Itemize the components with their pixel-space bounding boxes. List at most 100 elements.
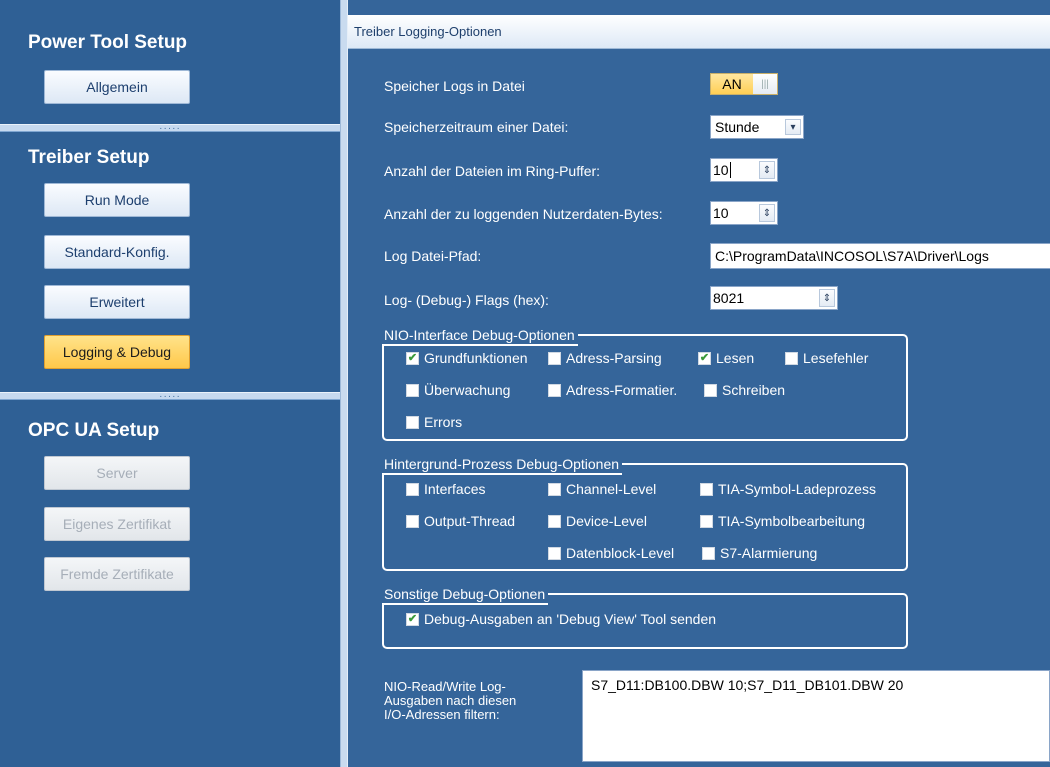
ring-files-label: Anzahl der Dateien im Ring-Puffer: [384, 163, 601, 179]
payload-bytes-spinner[interactable]: 10 ⇕ [710, 201, 778, 225]
checkbox-channel-level[interactable]: Channel-Level [548, 481, 656, 497]
checkbox-label: Lesen [716, 350, 755, 366]
filter-label-line: NIO-Read/Write Log- [384, 679, 506, 694]
dropdown-arrow-icon[interactable]: ▾ [785, 119, 801, 135]
log-to-file-toggle[interactable]: AN ||| [710, 73, 778, 95]
checkbox-adress-parsing[interactable]: Adress-Parsing [548, 350, 662, 366]
checkbox-label: Adress-Formatier. [566, 382, 678, 398]
log-path-input[interactable]: C:\ProgramData\INCOSOL\S7A\Driver\Logs [710, 243, 1050, 269]
spinner-arrows-icon[interactable]: ⇕ [819, 289, 835, 307]
checkbox-label: Errors [424, 414, 463, 430]
grip-icon: ····· [159, 123, 181, 134]
checkbox-box[interactable] [406, 415, 419, 429]
section-title-treiber: Treiber Setup [28, 147, 150, 168]
checkbox-box[interactable]: ✔ [406, 351, 419, 365]
flags-value[interactable]: 8021 [713, 290, 744, 306]
checkbox-label: Überwachung [424, 382, 511, 398]
checkbox-box[interactable] [700, 514, 713, 528]
toggle-on-label: AN [711, 74, 753, 94]
spinner-arrows-icon[interactable]: ⇕ [759, 161, 775, 179]
spinner-arrows-icon[interactable]: ⇕ [759, 204, 775, 222]
section-title-power-tool: Power Tool Setup [28, 32, 188, 53]
checkbox-datenblock-level[interactable]: Datenblock-Level [548, 545, 674, 561]
page-title: Treiber Logging-Optionen [354, 24, 502, 39]
checkbox-box[interactable] [700, 482, 713, 496]
checkbox-output-thread[interactable]: Output-Thread [406, 513, 515, 529]
filter-textarea[interactable]: S7_D11:DB100.DBW 10;S7_D11_DB101.DBW 20 [582, 670, 1050, 762]
nio-group-title: NIO-Interface Debug-Optionen [382, 326, 578, 346]
payload-bytes-value[interactable]: 10 [713, 205, 729, 221]
checkbox-label: S7-Alarmierung [720, 545, 818, 561]
checkbox-lesen[interactable]: ✔ Lesen [698, 350, 754, 366]
nav-button-fremde-zertifikate[interactable]: Fremde Zertifikate [44, 557, 190, 591]
checkbox-box[interactable] [548, 482, 561, 496]
ring-files-value[interactable]: 10 [713, 162, 731, 178]
checkbox-interfaces[interactable]: Interfaces [406, 481, 485, 497]
sidebar: Power Tool Setup Allgemein ····· Treiber… [0, 0, 340, 767]
toggle-grip-icon: ||| [753, 74, 777, 94]
checkbox-label: Lesefehler [803, 350, 869, 366]
checkbox-label: Device-Level [566, 513, 647, 529]
checkbox-box[interactable] [704, 383, 717, 397]
checkbox-label: Output-Thread [424, 513, 516, 529]
checkbox-label: Grundfunktionen [424, 350, 528, 366]
period-value: Stunde [715, 119, 760, 135]
content-header: Treiber Logging-Optionen [348, 15, 1050, 49]
checkbox-label: Schreiben [722, 382, 786, 398]
log-to-file-label: Speicher Logs in Datei [384, 78, 525, 94]
filter-label-line: I/O-Adressen filtern: [384, 707, 500, 722]
checkbox-tia-symbol-ladeprozess[interactable]: TIA-Symbol-Ladeprozess [700, 481, 876, 497]
payload-bytes-label: Anzahl der zu loggenden Nutzerdaten-Byte… [384, 206, 663, 222]
checkbox-box[interactable] [785, 351, 798, 365]
filter-label: NIO-Read/Write Log- Ausgaben nach diesen… [384, 680, 516, 722]
checkbox-label: TIA-Symbolbearbeitung [718, 513, 866, 529]
checkbox-label: Channel-Level [566, 481, 657, 497]
checkbox-schreiben[interactable]: Schreiben [704, 382, 785, 398]
checkbox-box[interactable] [406, 514, 419, 528]
flags-spinner[interactable]: 8021 ⇕ [710, 286, 838, 310]
checkbox-s7-alarmierung[interactable]: S7-Alarmierung [702, 545, 817, 561]
nav-button-erweitert[interactable]: Erweitert [44, 285, 190, 319]
nav-button-standard-konfig[interactable]: Standard-Konfig. [44, 235, 190, 269]
checkbox-label: Datenblock-Level [566, 545, 675, 561]
panel-splitter[interactable] [340, 0, 348, 767]
checkbox-box[interactable] [406, 482, 419, 496]
section-splitter[interactable]: ····· [0, 123, 340, 134]
nav-button-logging-debug[interactable]: Logging & Debug [44, 335, 190, 369]
checkbox-errors[interactable]: Errors [406, 414, 462, 430]
section-splitter[interactable]: ····· [0, 391, 340, 402]
checkbox-device-level[interactable]: Device-Level [548, 513, 647, 529]
checkbox-box[interactable]: ✔ [698, 351, 711, 365]
grip-icon: ····· [159, 391, 181, 402]
checkbox-debug-view[interactable]: ✔ Debug-Ausgaben an 'Debug View' Tool sen… [406, 611, 716, 627]
checkbox-label: Interfaces [424, 481, 486, 497]
nav-button-eigenes-zertifikat[interactable]: Eigenes Zertifikat [44, 507, 190, 541]
checkbox-box[interactable] [548, 514, 561, 528]
checkbox-lesefehler[interactable]: Lesefehler [785, 350, 868, 366]
checkbox-ueberwachung[interactable]: Überwachung [406, 382, 510, 398]
checkbox-box[interactable] [548, 546, 561, 560]
checkbox-adress-formatier[interactable]: Adress-Formatier. [548, 382, 677, 398]
period-label: Speicherzeitraum einer Datei: [384, 119, 569, 135]
flags-label: Log- (Debug-) Flags (hex): [384, 292, 549, 308]
ring-files-spinner[interactable]: 10 ⇕ [710, 158, 778, 182]
nav-button-allgemein[interactable]: Allgemein [44, 70, 190, 104]
checkbox-box[interactable] [702, 546, 715, 560]
other-group-title: Sonstige Debug-Optionen [382, 585, 549, 605]
checkbox-grundfunktionen[interactable]: ✔ Grundfunktionen [406, 350, 528, 366]
nav-button-server[interactable]: Server [44, 456, 190, 490]
checkbox-box[interactable] [548, 351, 561, 365]
checkbox-box[interactable] [548, 383, 561, 397]
checkbox-tia-symbolbearbeitung[interactable]: TIA-Symbolbearbeitung [700, 513, 865, 529]
period-select[interactable]: Stunde ▾ [710, 115, 804, 139]
checkbox-label: TIA-Symbol-Ladeprozess [718, 481, 876, 497]
checkbox-label: Debug-Ausgaben an 'Debug View' Tool send… [424, 611, 717, 627]
filter-label-line: Ausgaben nach diesen [384, 693, 517, 708]
checkbox-box[interactable] [406, 383, 419, 397]
section-title-opc-ua: OPC UA Setup [28, 420, 160, 441]
checkbox-box[interactable]: ✔ [406, 612, 419, 626]
checkbox-label: Adress-Parsing [566, 350, 662, 366]
log-path-label: Log Datei-Pfad: [384, 248, 482, 264]
nav-button-run-mode[interactable]: Run Mode [44, 183, 190, 217]
log-path-value: C:\ProgramData\INCOSOL\S7A\Driver\Logs [715, 248, 989, 264]
